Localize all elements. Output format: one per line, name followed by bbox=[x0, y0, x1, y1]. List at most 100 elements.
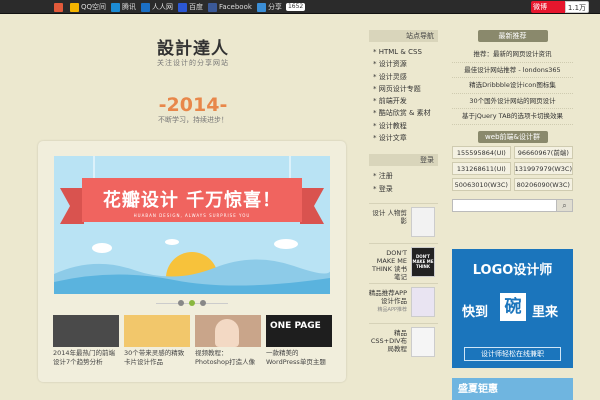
ad-subtitle: 设计师轻松在线兼职 bbox=[464, 347, 561, 361]
login-link[interactable]: * 注册 bbox=[369, 170, 438, 182]
share-qzone-button[interactable]: QQ空间 bbox=[70, 2, 108, 12]
thumbnail-image[interactable] bbox=[53, 315, 119, 347]
thumbnail-caption[interactable]: 30个带来灵感的精致卡片设计作品 bbox=[124, 349, 190, 367]
slider-dot-1[interactable] bbox=[178, 300, 184, 306]
nav-item[interactable]: * 酷站欣赏 & 素材 bbox=[369, 107, 438, 119]
book-cover-text: DON'T MAKE ME THINK bbox=[412, 253, 434, 269]
plus-icon bbox=[256, 2, 266, 12]
featured-slider-panel: 花瓣设计 千万惊喜！ HUABAN DESIGN, ALWAYS SURPRIS… bbox=[38, 141, 346, 382]
tencent-icon bbox=[111, 2, 121, 12]
thumbnail-caption[interactable]: 视频教程：Photoshop打造人像 bbox=[195, 349, 261, 367]
middle-sidebar: 站点导航 * HTML & CSS * 设计资源 * 设计灵感 * 网页设计专题 * 前… bbox=[369, 30, 438, 363]
thumbnail-item[interactable]: 视频教程：Photoshop打造人像 bbox=[195, 315, 261, 367]
weibo-count: 1.1万 bbox=[565, 1, 589, 13]
ad-line1: 快到 bbox=[462, 305, 489, 320]
share-plus-button[interactable]: 分享 1652 bbox=[256, 2, 307, 12]
login-links: * 注册 * 登录 bbox=[369, 170, 438, 195]
nav-item[interactable]: * 网页设计专题 bbox=[369, 83, 438, 95]
right-sidebar: 最新推荐 推荐：最新的网页设计资讯 最佳设计网站推荐 - londons365 精选… bbox=[452, 30, 573, 212]
recent-post[interactable]: 精品CSS+DIV布局教程 bbox=[367, 322, 438, 363]
share-label: 分享 bbox=[267, 3, 282, 11]
qq-groups-title: web前端&设计群 bbox=[477, 130, 548, 143]
thumbnail-item[interactable]: ONE PAGE 一款精美的WordPress单页主题 bbox=[266, 315, 332, 367]
search-icon[interactable]: ⌕ bbox=[556, 199, 572, 211]
share-renren-button[interactable]: 人人网 bbox=[141, 2, 175, 12]
thumbnail-caption[interactable]: 2014年最热门的前端设计7个趋势分析 bbox=[53, 349, 119, 367]
recommended-link[interactable]: 最佳设计网站推荐 - londons365 bbox=[452, 63, 573, 78]
login-link[interactable]: * 登录 bbox=[369, 183, 438, 195]
top-share-bar: QQ空间 腾讯 人人网 百度 Facebook 分享 1652 微博 1.1万 bbox=[0, 0, 600, 14]
logo-designer-ad[interactable]: LOGO设计师 快到 碗 里来 设计师轻松在线兼职 bbox=[452, 249, 573, 368]
renren-icon bbox=[141, 2, 151, 12]
slider-dot-2[interactable] bbox=[189, 300, 195, 306]
slide-banner-image[interactable]: 花瓣设计 千万惊喜！ HUABAN DESIGN, ALWAYS SURPRIS… bbox=[54, 156, 330, 294]
thumbnail-item[interactable]: 2014年最热门的前端设计7个趋势分析 bbox=[53, 315, 119, 367]
recent-posts: 设计 人物剪影 DON'T MAKE ME THINK 读书笔记 DON'T MAK… bbox=[367, 202, 438, 363]
qq-group[interactable]: 96660967(前端) bbox=[513, 145, 573, 159]
share-baidu-button[interactable]: 百度 bbox=[178, 2, 205, 12]
recommended-link[interactable]: 精选Dribbble设计icon图标集 bbox=[452, 78, 573, 94]
ad-bowl: 碗 bbox=[500, 293, 526, 321]
share-facebook-button[interactable]: Facebook bbox=[208, 2, 254, 12]
post-title[interactable]: 设计 人物剪影 bbox=[367, 209, 407, 225]
qq-group[interactable]: 80206090(W3C) bbox=[513, 177, 573, 191]
qq-group[interactable]: 131997979(W3C) bbox=[513, 161, 573, 175]
nav-item[interactable]: * 设计文章 bbox=[369, 132, 438, 144]
share-tencent-button[interactable]: 腾讯 bbox=[111, 2, 138, 12]
recommended-link[interactable]: 30个国外设计网站的网页设计 bbox=[452, 94, 573, 109]
nav-item[interactable]: * 设计灵感 bbox=[369, 71, 438, 83]
post-thumbnail[interactable] bbox=[411, 286, 435, 317]
nav-item[interactable]: * 设计教程 bbox=[369, 120, 438, 132]
recent-post[interactable]: 设计 人物剪影 bbox=[367, 202, 438, 243]
qq-group[interactable]: 155595864(UI) bbox=[452, 145, 511, 159]
slider-dots bbox=[38, 300, 346, 306]
banner-subtitle: HUABAN DESIGN, ALWAYS SURPRISE YOU bbox=[133, 213, 251, 218]
baidu-icon bbox=[178, 2, 188, 12]
post-thumbnail[interactable] bbox=[411, 206, 435, 237]
nav-item[interactable]: * 设计资源 bbox=[369, 58, 438, 70]
post-thumbnail[interactable]: DON'T MAKE ME THINK bbox=[411, 246, 435, 277]
ad-line2: 里来 bbox=[532, 305, 559, 320]
facebook-icon bbox=[208, 2, 218, 12]
year-slogan: 不断学习，持续进步！ bbox=[158, 116, 228, 124]
thumbnail-image[interactable] bbox=[195, 315, 261, 347]
qq-groups: 155595864(UI) 96660967(前端) 131268611(UI) 13… bbox=[452, 145, 573, 191]
thumbnail-image[interactable] bbox=[124, 315, 190, 347]
banner-title: 花瓣设计 千万惊喜！ bbox=[102, 190, 282, 211]
links-widget-title: 最新推荐 bbox=[477, 30, 548, 42]
thumbnail-item[interactable]: 30个带来灵感的精致卡片设计作品 bbox=[124, 315, 190, 367]
weibo-share[interactable]: 微博 1.1万 bbox=[531, 1, 589, 13]
nav-widget-title: 站点导航 bbox=[369, 30, 438, 42]
renren-icon bbox=[54, 2, 63, 12]
share-label: Facebook bbox=[219, 3, 252, 11]
share-count: 1652 bbox=[285, 3, 306, 11]
share-label: QQ空间 bbox=[81, 3, 107, 11]
post-title[interactable]: 精品CSS+DIV布局教程 bbox=[367, 329, 407, 353]
thumbnail-image[interactable]: ONE PAGE bbox=[266, 315, 332, 347]
weibo-button[interactable]: 微博 bbox=[531, 1, 565, 13]
recommended-link[interactable]: 基于jQuery TAB的选项卡切换效果 bbox=[452, 109, 573, 125]
post-meta: 精品APP推荐 bbox=[377, 306, 407, 313]
promo-text: 盛夏钜惠 bbox=[458, 384, 498, 395]
slider-dot-3[interactable] bbox=[200, 300, 206, 306]
share-buttons: QQ空间 腾讯 人人网 百度 Facebook 分享 1652 bbox=[54, 2, 307, 12]
post-title[interactable]: 精品推荐APP设计作品 bbox=[367, 289, 407, 305]
ad-title: LOGO设计师 bbox=[472, 263, 553, 278]
thumbnail-caption[interactable]: 一款精美的WordPress单页主题 bbox=[266, 349, 332, 367]
nav-item[interactable]: * 前端开发 bbox=[369, 95, 438, 107]
promo-banner[interactable]: 盛夏钜惠 bbox=[452, 378, 573, 400]
recommended-link[interactable]: 推荐：最新的网页设计资讯 bbox=[452, 47, 573, 63]
nav-item[interactable]: * HTML & CSS bbox=[369, 46, 438, 58]
recommended-links: 推荐：最新的网页设计资讯 最佳设计网站推荐 - londons365 精选Dribb… bbox=[452, 47, 573, 125]
site-title[interactable]: 設計達人 bbox=[150, 34, 236, 59]
share-renren-button[interactable] bbox=[54, 2, 67, 12]
search-box[interactable]: ⌕ bbox=[452, 198, 573, 212]
share-label: 人人网 bbox=[152, 3, 174, 11]
post-title[interactable]: DON'T MAKE ME THINK 读书笔记 bbox=[367, 249, 407, 281]
recent-post[interactable]: DON'T MAKE ME THINK 读书笔记 DON'T MAKE ME TH… bbox=[367, 242, 438, 283]
qq-group[interactable]: 131268611(UI) bbox=[452, 161, 511, 175]
qq-group[interactable]: 50063010(W3C) bbox=[452, 177, 511, 191]
share-label: 百度 bbox=[189, 3, 204, 11]
recent-post[interactable]: 精品推荐APP设计作品 精品APP推荐 bbox=[367, 282, 438, 323]
post-thumbnail[interactable] bbox=[411, 326, 435, 357]
